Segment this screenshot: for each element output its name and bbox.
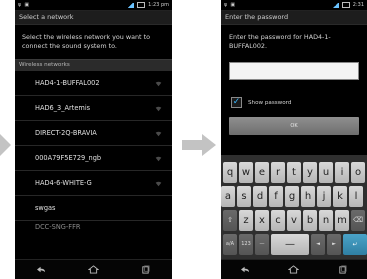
network-list-item[interactable]: DCC-SNG-FFR: [15, 221, 172, 233]
home-icon[interactable]: [87, 265, 99, 274]
usb-icon: ψ: [18, 2, 22, 8]
key[interactable]: u: [319, 162, 333, 183]
key[interactable]: t: [287, 162, 301, 183]
key[interactable]: w: [239, 162, 253, 183]
network-ssid: swgas: [35, 204, 56, 212]
wifi-lock-icon: [155, 106, 162, 111]
key[interactable]: d: [253, 186, 267, 207]
key[interactable]: j: [317, 186, 331, 207]
status-time: 1:23 pm: [148, 2, 169, 8]
key[interactable]: g: [285, 186, 299, 207]
key[interactable]: y: [303, 162, 317, 183]
key[interactable]: m: [335, 210, 349, 231]
network-list-item[interactable]: HAD4-1-BUFFAL002: [15, 71, 172, 96]
notification-icon: ▣: [24, 2, 30, 8]
key[interactable]: k: [333, 186, 347, 207]
wifi-lock-icon: [155, 156, 162, 161]
keyboard-row: q w e r t y u i o: [221, 162, 367, 183]
network-list-item[interactable]: swgas: [15, 196, 172, 221]
phone-select-network: ψ ▣ 1:23 pm Select a network Select the …: [15, 0, 172, 279]
network-list-item[interactable]: HAD4-6-WHITE-G: [15, 171, 172, 196]
wifi-lock-icon: [155, 131, 162, 136]
network-list: HAD4-1-BUFFAL002 HAD6_3_Artemis DIRECT-2…: [15, 71, 172, 233]
status-bar: ψ ▣ 1:23 pm: [15, 0, 172, 11]
cursor-left-key[interactable]: ◄: [311, 234, 325, 255]
backspace-key-icon[interactable]: ⌫: [351, 210, 365, 231]
wifi-signal-icon: [331, 2, 339, 8]
step-arrow-icon: [182, 134, 216, 156]
key[interactable]: n: [319, 210, 333, 231]
show-password-label: Show password: [248, 99, 292, 106]
screen-title: Enter the password: [221, 11, 367, 25]
battery-icon: [137, 2, 146, 8]
battery-icon: [341, 2, 350, 8]
key[interactable]: a: [221, 186, 235, 207]
keyboard-row: a s d f g h j k l: [221, 186, 367, 207]
nav-bar: [15, 259, 172, 279]
status-time: 2:31: [352, 2, 364, 8]
key[interactable]: i: [335, 162, 349, 183]
key[interactable]: o: [351, 162, 365, 183]
key[interactable]: s: [237, 186, 251, 207]
network-ssid: DIRECT-2Q-BRAVIA: [35, 129, 97, 137]
key[interactable]: z: [239, 210, 253, 231]
enter-key[interactable]: ↵: [343, 234, 367, 255]
wifi-lock-icon: [155, 81, 162, 86]
cursor-right-key[interactable]: ►: [327, 234, 341, 255]
shift-key-icon[interactable]: ⇧: [223, 210, 237, 231]
network-list-item[interactable]: DIRECT-2Q-BRAVIA: [15, 121, 172, 146]
key[interactable]: b: [303, 210, 317, 231]
key[interactable]: q: [223, 162, 237, 183]
wifi-lock-icon: [155, 181, 162, 186]
network-ssid: DCC-SNG-FFR: [35, 223, 81, 231]
key[interactable]: x: [255, 210, 269, 231]
case-key[interactable]: a/A: [223, 234, 237, 255]
back-icon[interactable]: [240, 265, 251, 274]
space-key[interactable]: —: [271, 234, 309, 255]
show-password-row[interactable]: ✓ Show password: [231, 97, 367, 108]
phone-enter-password: ψ ▣ 2:31 Enter the password Enter the pa…: [221, 0, 367, 279]
key[interactable]: f: [269, 186, 283, 207]
key[interactable]: h: [301, 186, 315, 207]
keyboard-row: a/A 123 — — ◄ ► ↵: [221, 234, 367, 255]
instruction-text: Select the wireless network you want to …: [22, 33, 150, 50]
step-arrow-icon: [0, 134, 11, 156]
password-prompt-text: Enter the password for HAD4-1-BUFFAL002.: [229, 33, 331, 50]
numbers-key[interactable]: 123: [239, 234, 253, 255]
home-icon[interactable]: [288, 265, 300, 274]
password-field[interactable]: [229, 62, 359, 80]
status-bar: ψ ▣ 2:31: [221, 0, 367, 11]
key[interactable]: r: [271, 162, 285, 183]
key[interactable]: v: [287, 210, 301, 231]
key[interactable]: c: [271, 210, 285, 231]
ok-button[interactable]: OK: [229, 117, 359, 135]
key[interactable]: l: [349, 186, 363, 207]
back-icon[interactable]: [36, 265, 47, 274]
usb-icon: ψ: [224, 2, 228, 8]
key[interactable]: —: [255, 234, 269, 255]
network-list-item[interactable]: HAD6_3_Artemis: [15, 96, 172, 121]
network-ssid: 000A79F5E729_ngb: [35, 154, 102, 162]
network-ssid: HAD4-6-WHITE-G: [35, 179, 92, 187]
soft-keyboard: q w e r t y u i o a s d f g h j k l ⇧ z …: [221, 155, 367, 260]
wifi-signal-icon: [127, 2, 135, 8]
screen-title: Select a network: [15, 11, 172, 25]
network-list-item[interactable]: 000A79F5E729_ngb: [15, 146, 172, 171]
section-header-wireless-networks: Wireless networks: [15, 59, 172, 71]
notification-icon: ▣: [230, 2, 236, 8]
key[interactable]: e: [255, 162, 269, 183]
show-password-checkbox[interactable]: ✓: [231, 97, 242, 108]
network-ssid: HAD4-1-BUFFAL002: [35, 79, 100, 87]
keyboard-row: ⇧ z x c v b n m ⌫: [221, 210, 367, 231]
recent-apps-icon[interactable]: [337, 265, 348, 274]
recent-apps-icon[interactable]: [140, 265, 151, 274]
nav-bar: [221, 259, 367, 279]
network-ssid: HAD6_3_Artemis: [35, 104, 91, 112]
